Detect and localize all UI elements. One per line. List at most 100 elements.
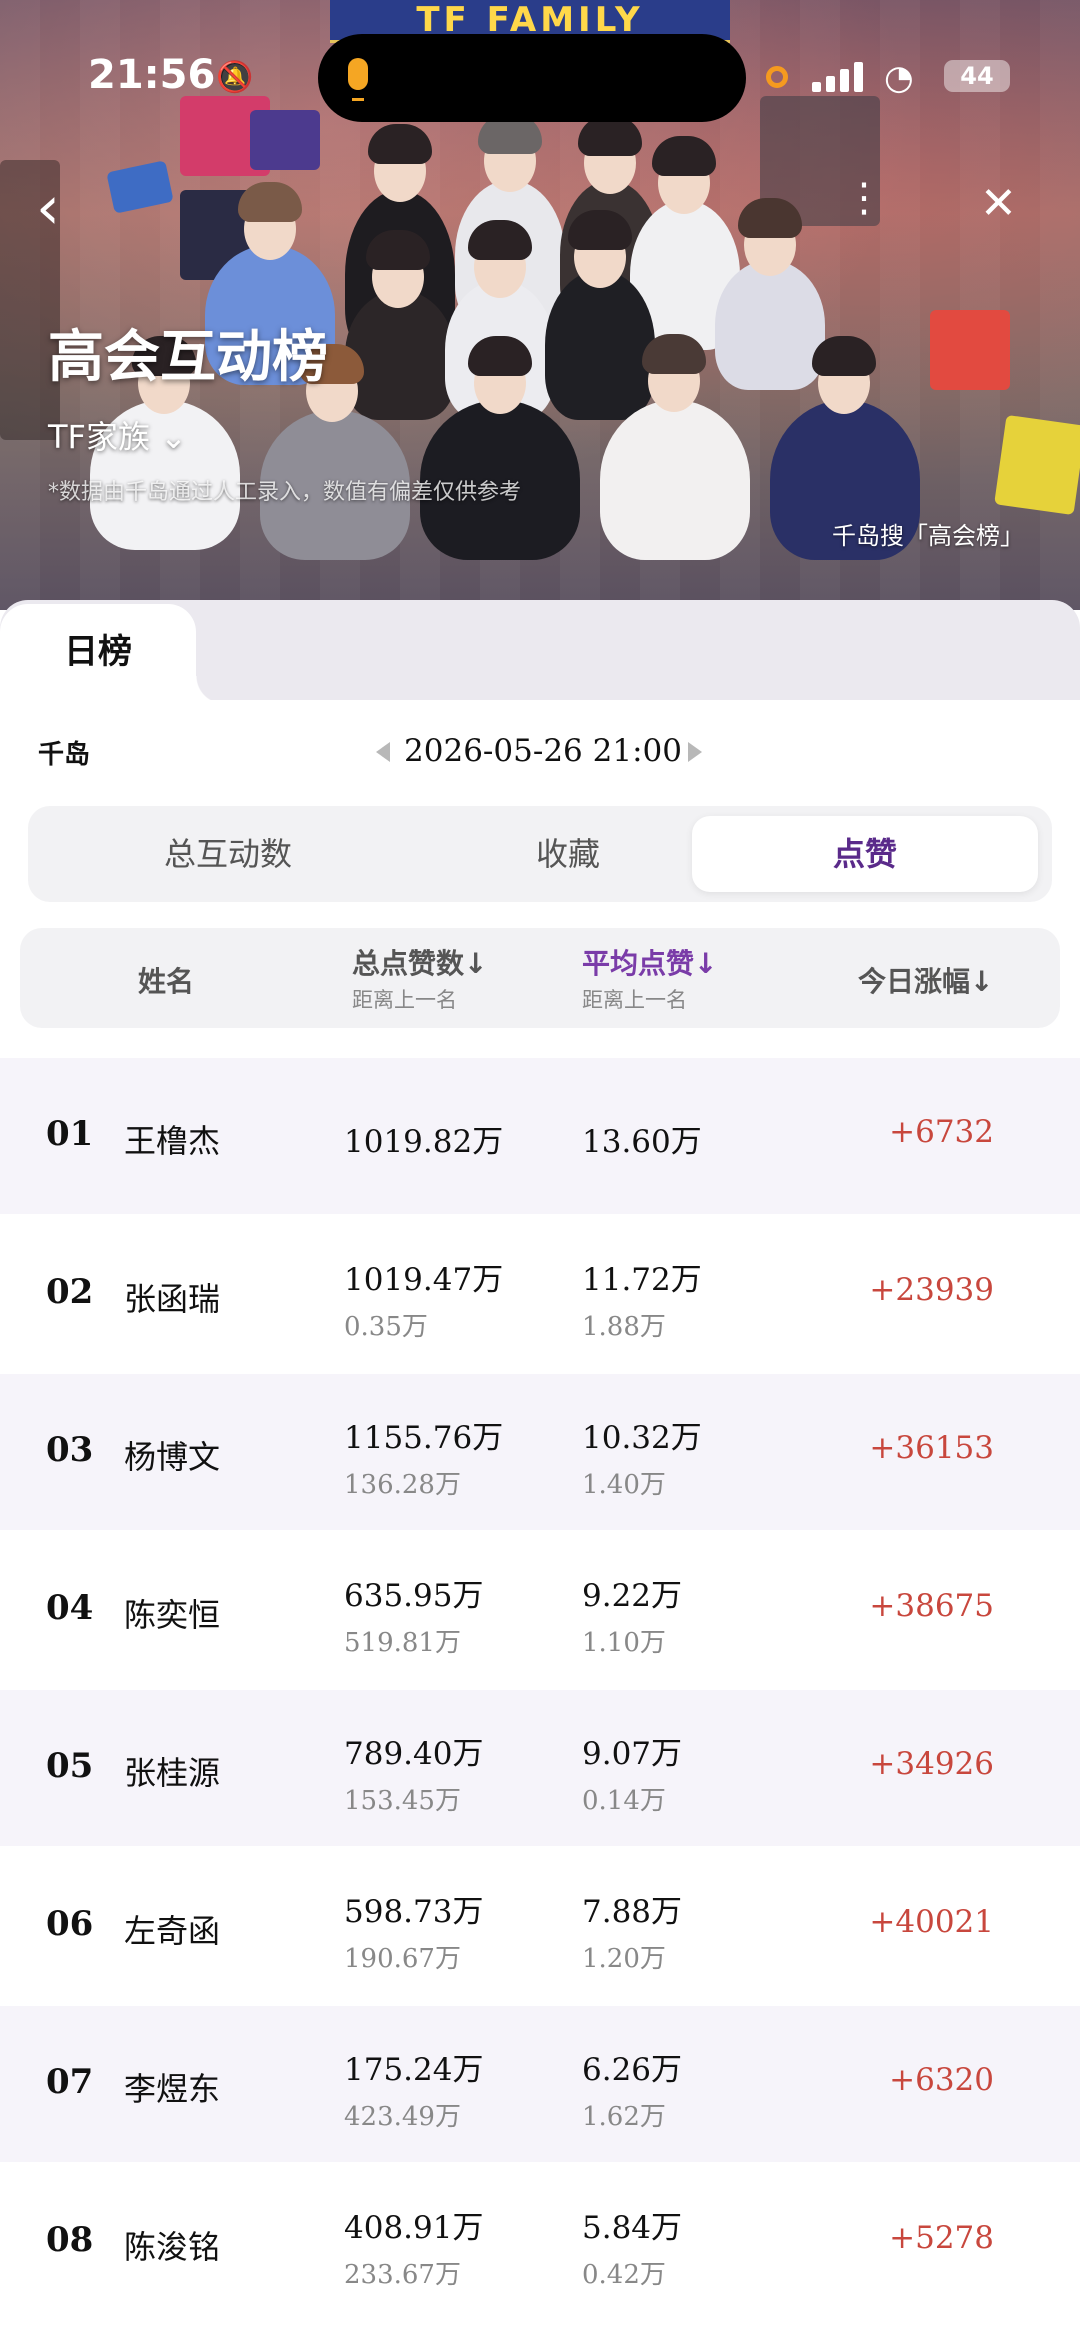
group-member-hair [738, 198, 802, 238]
table-row[interactable]: 08 陈浚铭 408.91万 233.67万 5.84万 0.42万 +5278 [0, 2164, 1080, 2320]
rank-number: 02 [46, 1272, 94, 1312]
member-name: 杨博文 [124, 1438, 221, 1476]
group-member [345, 290, 455, 420]
average-likes-gap: 1.10万 [582, 1628, 666, 1658]
group-member-hair [568, 210, 632, 250]
member-name: 李煜东 [124, 2070, 221, 2108]
table-header: 姓名 总点赞数↓ 距离上一名 平均点赞↓ 距离上一名 今日涨幅↓ [20, 928, 1060, 1028]
next-date-icon[interactable] [688, 742, 702, 762]
average-likes-gap: 1.40万 [582, 1470, 666, 1500]
table-row[interactable]: 06 左奇函 598.73万 190.67万 7.88万 1.20万 +4002… [0, 1848, 1080, 2004]
microphone-stand-icon [352, 92, 364, 101]
data-disclaimer: *数据由千岛通过人工录入，数值有偏差仅供参考 [48, 480, 522, 505]
total-likes: 408.91万 [344, 2210, 484, 2246]
group-member-hair [468, 336, 532, 376]
total-likes: 1019.47万 [344, 1262, 504, 1298]
microphone-icon [348, 58, 368, 90]
table-row[interactable]: 02 张函瑞 1019.47万 0.35万 11.72万 1.88万 +2393… [0, 1216, 1080, 1372]
group-member [600, 400, 750, 560]
average-likes: 5.84万 [582, 2210, 683, 2246]
segment-total-interactions[interactable]: 总互动数 [68, 806, 388, 902]
group-member [545, 270, 655, 420]
status-time: 21:56 [88, 52, 216, 98]
average-likes-gap: 0.42万 [582, 2260, 666, 2290]
sticker-decoration [994, 414, 1080, 516]
total-likes-gap: 153.45万 [344, 1786, 461, 1816]
back-icon[interactable]: ‹ [36, 178, 76, 238]
total-likes: 598.73万 [344, 1894, 484, 1930]
rank-number: 08 [46, 2220, 94, 2260]
tab-daily[interactable]: 日榜 [0, 604, 224, 704]
today-change: +34926 [869, 1746, 994, 1782]
close-icon[interactable]: ✕ [980, 182, 1017, 226]
average-likes-gap: 1.88万 [582, 1312, 666, 1342]
group-member [715, 260, 825, 390]
average-likes: 13.60万 [582, 1124, 702, 1160]
total-likes-gap: 233.67万 [344, 2260, 461, 2290]
rank-number: 05 [46, 1746, 94, 1786]
table-row[interactable]: 03 杨博文 1155.76万 136.28万 10.32万 1.40万 +36… [0, 1374, 1080, 1530]
segment-likes[interactable]: 点赞 [692, 816, 1038, 892]
today-change: +40021 [869, 1904, 994, 1940]
today-change: +36153 [869, 1430, 994, 1466]
average-likes: 9.07万 [582, 1736, 683, 1772]
total-likes-gap: 190.67万 [344, 1944, 461, 1974]
rank-number: 06 [46, 1904, 94, 1944]
hero-banner: TF FAMILY 21:56 🔕 ◔ 44 ‹ ⋮ ✕ 高会互动榜 TF家族 … [0, 0, 1080, 610]
total-likes: 175.24万 [344, 2052, 484, 2088]
header-total-likes[interactable]: 总点赞数↓ [352, 942, 487, 982]
group-member-hair [642, 334, 706, 374]
dynamic-island [318, 34, 746, 122]
member-name: 左奇函 [124, 1912, 221, 1950]
total-likes: 1155.76万 [344, 1420, 504, 1456]
member-name: 陈浚铭 [124, 2228, 221, 2266]
table-row[interactable]: 05 张桂源 789.40万 153.45万 9.07万 0.14万 +3492… [0, 1690, 1080, 1846]
table-row[interactable]: 07 李煜东 175.24万 423.49万 6.26万 1.62万 +6320 [0, 2006, 1080, 2162]
today-change: +5278 [889, 2220, 994, 2256]
rank-number: 03 [46, 1430, 94, 1470]
recording-indicator-icon [766, 66, 788, 88]
average-likes: 6.26万 [582, 2052, 683, 2088]
date-display[interactable]: 2026-05-26 21:00 [378, 728, 708, 774]
battery-icon: 44 [944, 60, 1010, 92]
source-label: 千岛 [38, 740, 91, 770]
mute-bell-icon: 🔕 [216, 60, 254, 95]
member-name: 张函瑞 [124, 1280, 221, 1318]
average-likes-gap: 1.20万 [582, 1944, 666, 1974]
group-member-hair [238, 182, 302, 222]
header-name: 姓名 [138, 965, 195, 998]
segment-favorites[interactable]: 收藏 [408, 806, 728, 902]
total-likes: 789.40万 [344, 1736, 484, 1772]
today-change: +23939 [869, 1272, 994, 1308]
more-options-icon[interactable]: ⋮ [844, 178, 884, 218]
wifi-icon: ◔ [884, 58, 914, 98]
group-selector[interactable]: TF家族 ⌄ [48, 412, 187, 458]
cellular-signal-icon [812, 60, 870, 92]
average-likes: 9.22万 [582, 1578, 683, 1614]
rank-number: 04 [46, 1588, 94, 1628]
average-likes: 10.32万 [582, 1420, 702, 1456]
header-total-gap: 距离上一名 [352, 988, 457, 1012]
table-row[interactable]: 01 王橹杰 1019.82万 13.60万 +6732 [0, 1058, 1080, 1214]
member-name: 王橹杰 [124, 1122, 221, 1160]
total-likes-gap: 423.49万 [344, 2102, 461, 2132]
group-member-hair [366, 230, 430, 270]
table-row[interactable]: 04 陈奕恒 635.95万 519.81万 9.22万 1.10万 +3867… [0, 1532, 1080, 1688]
status-bar: 21:56 🔕 ◔ 44 [0, 0, 1080, 150]
header-today-change[interactable]: 今日涨幅↓ [858, 960, 993, 1000]
page-title: 高会互动榜 [48, 325, 328, 390]
rank-number: 01 [46, 1114, 94, 1154]
total-likes-gap: 136.28万 [344, 1470, 461, 1500]
segment-likes-label: 点赞 [832, 835, 897, 873]
sticker-decoration [930, 310, 1010, 390]
average-likes: 7.88万 [582, 1894, 683, 1930]
average-likes: 11.72万 [582, 1262, 702, 1298]
member-name: 陈奕恒 [124, 1596, 221, 1634]
today-change: +6732 [889, 1114, 994, 1150]
member-name: 张桂源 [124, 1754, 221, 1792]
group-member-hair [812, 336, 876, 376]
group-member-hair [468, 220, 532, 260]
total-likes: 635.95万 [344, 1578, 484, 1614]
today-change: +6320 [889, 2062, 994, 2098]
header-average-likes[interactable]: 平均点赞↓ [582, 942, 717, 982]
